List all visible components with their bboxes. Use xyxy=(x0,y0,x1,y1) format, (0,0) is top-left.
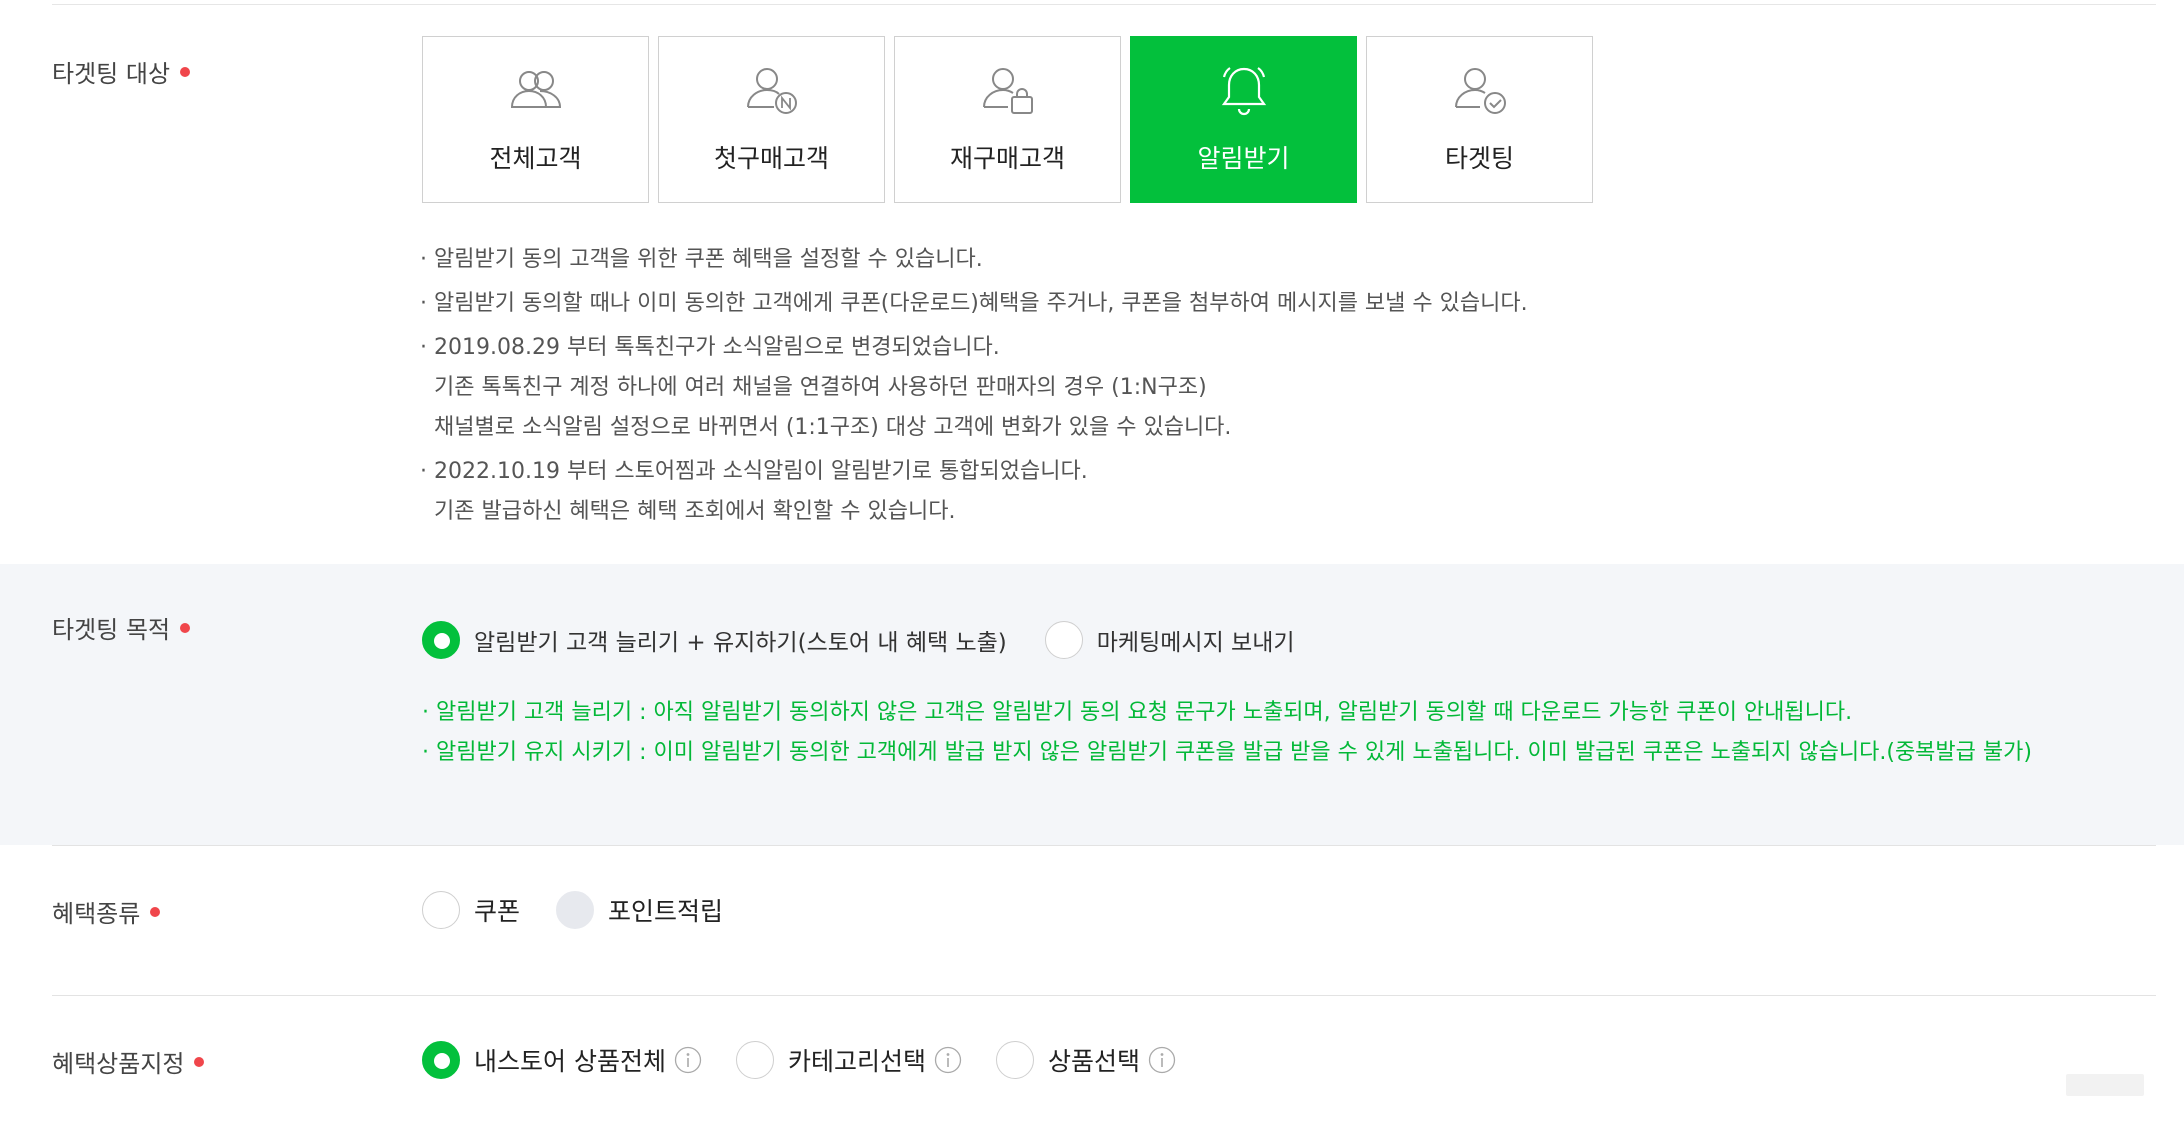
note-line: 채널별로 소식알림 설정으로 바뀌면서 (1:1구조) 대상 고객에 변화가 있… xyxy=(434,415,1232,440)
products-option-category[interactable]: 카테고리선택 xyxy=(735,1041,926,1079)
target-card-all[interactable]: 전체고객 xyxy=(422,36,649,203)
benefit-type-options: 쿠폰 포인트적립 xyxy=(422,891,723,929)
required-dot xyxy=(150,906,161,917)
purpose-hint-grow: · 알림받기 고객 늘리기 : 아직 알림받기 동의하지 않은 고객은 알림받기… xyxy=(422,700,1853,725)
target-card-first-purchase[interactable]: 첫구매고객 xyxy=(658,36,885,203)
target-card-label: 재구매고객 xyxy=(949,144,1065,173)
required-dot xyxy=(180,622,191,633)
target-card-targeting[interactable]: 타겟팅 xyxy=(1366,36,1593,203)
target-card-repurchase[interactable]: 재구매고객 xyxy=(894,36,1121,203)
targeting-notes: 알림받기 동의 고객을 위한 쿠폰 혜택을 설정할 수 있습니다. 알림받기 동… xyxy=(420,240,1528,532)
radio-label: 카테고리선택 xyxy=(787,1047,926,1076)
radio-circle[interactable] xyxy=(422,891,460,929)
radio-circle[interactable] xyxy=(422,1041,460,1079)
note-line: 기존 톡톡친구 계정 하나에 여러 채널을 연결하여 사용하던 판매자의 경우 … xyxy=(434,375,1207,400)
user-check-icon xyxy=(1448,59,1512,123)
purpose-hint-retain: · 알림받기 유지 시키기 : 이미 알림받기 동의한 고객에게 발급 받지 않… xyxy=(422,740,2032,765)
info-icon[interactable] xyxy=(674,1046,702,1074)
top-divider xyxy=(52,4,2156,5)
radio-label: 상품선택 xyxy=(1047,1047,1140,1076)
users-icon xyxy=(504,59,568,123)
radio-label: 내스토어 상품전체 xyxy=(474,1047,666,1076)
info-icon[interactable] xyxy=(1148,1046,1176,1074)
benefit-option-coupon[interactable]: 쿠폰 xyxy=(422,891,520,929)
info-icon[interactable] xyxy=(934,1046,962,1074)
radio-circle[interactable] xyxy=(422,621,460,659)
radio-label: 포인트적립 xyxy=(608,897,724,926)
user-bag-icon xyxy=(976,59,1040,123)
target-card-label: 알림받기 xyxy=(1197,144,1290,173)
note-line: 기존 발급하신 혜택은 혜택 조회에서 확인할 수 있습니다. xyxy=(434,499,956,524)
products-option-select-product[interactable]: 상품선택 xyxy=(995,1041,1140,1079)
section-divider xyxy=(52,845,2156,846)
note-line: 2022.10.19 부터 스토어찜과 소식알림이 알림받기로 통합되었습니다. xyxy=(420,452,1528,492)
radio-circle[interactable] xyxy=(1044,621,1083,659)
note-line: 알림받기 동의할 때나 이미 동의한 고객에게 쿠폰(다운로드)혜택을 주거나,… xyxy=(420,284,1528,324)
target-card-label: 첫구매고객 xyxy=(713,144,829,173)
note-line: 2019.08.29 부터 톡톡친구가 소식알림으로 변경되었습니다. xyxy=(420,328,1528,368)
watermark xyxy=(2066,1074,2144,1096)
required-dot xyxy=(194,1056,205,1067)
required-dot xyxy=(180,66,191,77)
user-new-icon xyxy=(740,59,804,123)
target-card-label: 타겟팅 xyxy=(1444,144,1514,173)
radio-label: 알림받기 고객 늘리기 + 유지하기(스토어 내 혜택 노출) xyxy=(474,630,1007,656)
radio-circle-disabled xyxy=(556,891,595,929)
radio-label: 쿠폰 xyxy=(474,897,521,926)
targeting-purpose-options: 알림받기 고객 늘리기 + 유지하기(스토어 내 혜택 노출) 마케팅메시지 보… xyxy=(422,621,1295,659)
targeting-target-cards: 전체고객 첫구매고객 재구매고객 알림받기 타겟팅 xyxy=(422,36,1593,203)
targeting-purpose-label: 타겟팅 목적 xyxy=(52,610,191,645)
bell-icon xyxy=(1212,59,1276,123)
target-card-notification[interactable]: 알림받기 xyxy=(1130,36,1357,203)
purpose-option-marketing-message[interactable]: 마케팅메시지 보내기 xyxy=(1044,621,1295,659)
products-option-all[interactable]: 내스토어 상품전체 xyxy=(422,1041,666,1079)
purpose-option-grow-retain[interactable]: 알림받기 고객 늘리기 + 유지하기(스토어 내 혜택 노출) xyxy=(422,621,1007,659)
radio-circle[interactable] xyxy=(735,1041,774,1079)
radio-circle[interactable] xyxy=(995,1041,1034,1079)
benefit-products-label: 혜택상품지정 xyxy=(52,1044,205,1079)
radio-label: 마케팅메시지 보내기 xyxy=(1096,630,1295,656)
benefit-option-points: 포인트적립 xyxy=(556,891,723,929)
benefit-type-label: 혜택종류 xyxy=(52,894,161,929)
targeting-target-label: 타겟팅 대상 xyxy=(52,54,191,89)
target-card-label: 전체고객 xyxy=(489,144,582,173)
section-divider xyxy=(52,995,2156,996)
note-line: 알림받기 동의 고객을 위한 쿠폰 혜택을 설정할 수 있습니다. xyxy=(420,240,1528,280)
benefit-products-options: 내스토어 상품전체 카테고리선택 상품선택 xyxy=(422,1041,1176,1079)
